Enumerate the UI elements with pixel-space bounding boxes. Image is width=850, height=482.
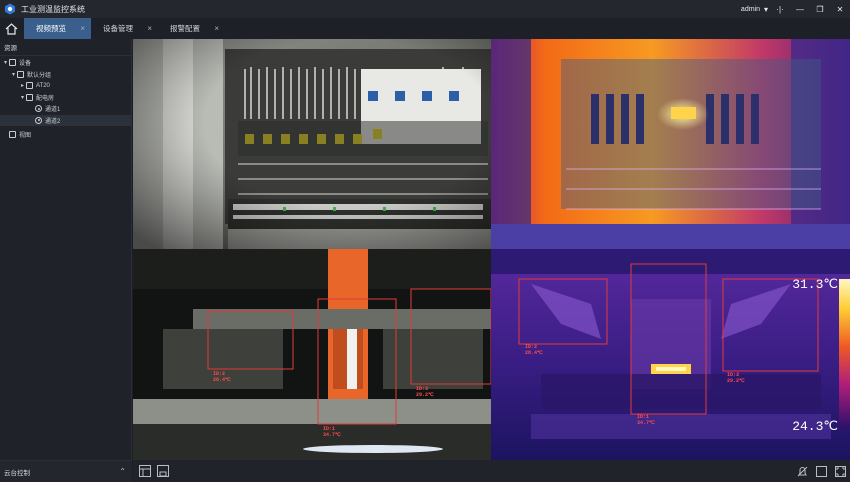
close-tab-icon[interactable]: × <box>214 24 219 33</box>
tree-item-at20[interactable]: ▸ AT20 <box>0 80 131 92</box>
video-pane-thermal-top[interactable] <box>491 39 850 249</box>
user-menu[interactable]: admin <box>741 6 760 13</box>
alarm-tag: ID:3 29.2℃ <box>727 372 745 384</box>
alarm-tag: ID:2 28.4℃ <box>213 371 231 383</box>
tab-alarm-config[interactable]: 报警配置 × <box>158 18 225 39</box>
video-pane-visible-top[interactable] <box>133 39 491 249</box>
alarm-tag: ID:1 34.7℃ <box>323 426 341 438</box>
alarm-off-icon[interactable] <box>797 466 808 477</box>
folder-icon <box>17 70 24 78</box>
fullscreen-icon[interactable] <box>835 465 846 477</box>
folder-icon <box>9 131 16 139</box>
save-icon[interactable] <box>157 465 169 477</box>
tab-video-preview[interactable]: 视频预览 × <box>24 18 91 39</box>
title-bar: 工业测温监控系统 admin ▾ ·|· — ❐ ✕ <box>0 0 850 18</box>
close-tab-icon[interactable]: × <box>80 24 85 33</box>
channel-icon <box>35 116 42 124</box>
tab-bar: 视频预览 × 设备管理 × 报警配置 × <box>0 18 850 39</box>
tree-item-power-room[interactable]: ▾ 配电房 <box>0 92 131 104</box>
settings-icon[interactable]: ·|· <box>770 0 790 18</box>
camera-icon <box>26 93 33 101</box>
caret-down-icon[interactable]: ▾ <box>19 94 26 101</box>
app-logo-icon <box>5 3 15 15</box>
temp-max-label: 31.3℃ <box>792 277 838 292</box>
sidebar-header: 资源 <box>0 39 131 56</box>
video-pane-thermal-bottom[interactable]: 31.3℃ 24.3℃ ID:2 28.4℃ ID:1 34.7℃ ID:3 29.2… <box>491 249 850 460</box>
caret-right-icon[interactable]: ▸ <box>19 82 26 89</box>
video-pane-visible-bottom[interactable]: ID:2 28.4℃ ID:1 34.7℃ ID:3 29.2℃ <box>133 249 491 460</box>
folder-icon <box>9 59 16 67</box>
video-grid: ID:2 28.4℃ ID:1 34.7℃ ID:3 29.2℃ 31.3℃ 2… <box>133 39 850 460</box>
chevron-down-icon[interactable]: ▾ <box>762 0 770 18</box>
caret-down-icon[interactable]: ▾ <box>2 59 9 66</box>
chevron-up-icon[interactable]: ⌃ <box>119 467 126 476</box>
close-icon[interactable]: ✕ <box>830 0 850 18</box>
video-frame <box>491 39 850 249</box>
channel-icon <box>35 105 42 113</box>
maximize-icon[interactable]: ❐ <box>810 0 830 18</box>
alarm-tag: ID:3 29.2℃ <box>416 386 434 398</box>
home-icon <box>5 22 17 35</box>
ptz-control-panel[interactable]: 云台控制 ⌃ <box>0 460 132 482</box>
app-title: 工业测温监控系统 <box>21 4 85 14</box>
video-frame <box>133 249 491 460</box>
bottom-toolbar <box>133 460 850 482</box>
close-tab-icon[interactable]: × <box>147 24 152 33</box>
home-button[interactable] <box>0 18 22 39</box>
alarm-tag: ID:2 28.4℃ <box>525 344 543 356</box>
temp-min-label: 24.3℃ <box>792 419 838 434</box>
video-frame <box>133 39 491 249</box>
tree-item-views[interactable]: 视图 <box>0 129 131 141</box>
tree-item-default-group[interactable]: ▾ 默认分组 <box>0 69 131 81</box>
tab-device-management[interactable]: 设备管理 × <box>91 18 158 39</box>
tree-item-devices[interactable]: ▾ 设备 <box>0 57 131 69</box>
camera-icon <box>26 82 33 90</box>
window-settings-icon[interactable] <box>816 465 827 477</box>
layout-grid-icon[interactable] <box>139 465 151 477</box>
resource-sidebar: 资源 ▾ 设备 ▾ 默认分组 ▸ AT20 ▾ 配电房 通道1 通道2 视图 云… <box>0 39 132 482</box>
tree-item-channel-2[interactable]: 通道2 <box>0 114 131 126</box>
caret-down-icon[interactable]: ▾ <box>10 71 17 78</box>
minimize-icon[interactable]: — <box>790 0 810 18</box>
tree-item-channel-1[interactable]: 通道1 <box>0 103 131 115</box>
alarm-tag: ID:1 34.7℃ <box>637 414 655 426</box>
